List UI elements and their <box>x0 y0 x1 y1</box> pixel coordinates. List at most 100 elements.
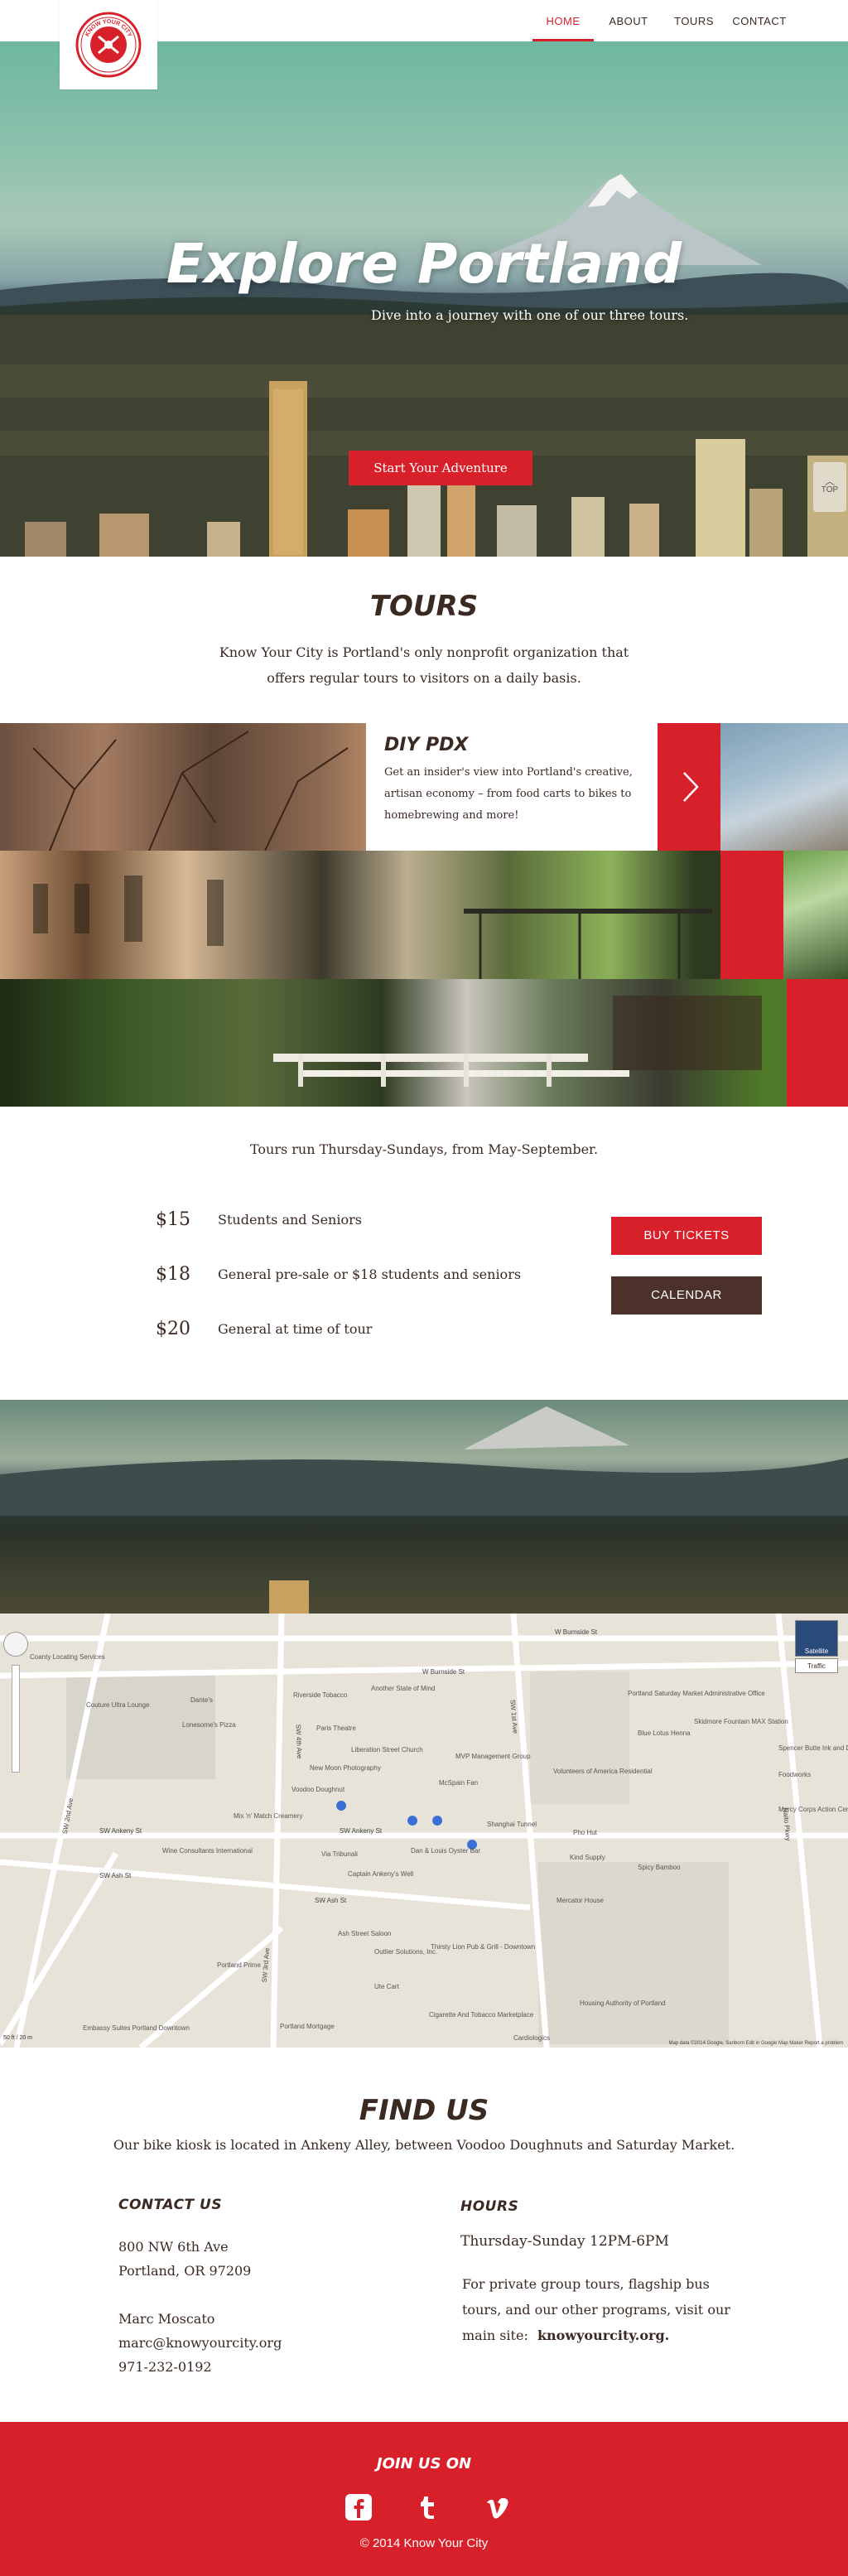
map-place: McSpain Fan <box>439 1779 479 1787</box>
map-place: Thirsty Lion Pub & Grill - Downtown <box>431 1943 536 1951</box>
top-label: TOP <box>821 485 839 494</box>
street-label: SW 4th Ave <box>294 1724 304 1759</box>
tour-card-diy-pdx[interactable]: DIY PDX Get an insider's view into Portl… <box>366 723 658 851</box>
tour-2-marker[interactable] <box>720 851 783 979</box>
buy-tickets-button[interactable]: BUY TICKETS <box>611 1217 762 1255</box>
logo-seal-icon: KNOW YOUR CITY <box>75 12 142 78</box>
street-label: SW Ash St <box>315 1897 347 1904</box>
price-amount: $18 <box>156 1264 190 1285</box>
address-line-1: 800 NW 6th Ave <box>118 2239 229 2255</box>
map-place: New Moon Photography <box>310 1764 381 1772</box>
map-place: Blue Lotus Henna <box>638 1729 691 1737</box>
tour-next-button[interactable] <box>658 723 720 851</box>
main-site-link[interactable]: knowyourcity.org. <box>537 2328 669 2343</box>
copyright: © 2014 Know Your City <box>359 2536 489 2550</box>
map-place: Skidmore Fountain MAX Station <box>694 1718 788 1725</box>
map-place: Portland Saturday Market Administrative … <box>628 1690 765 1697</box>
map-place: Portland Prime <box>217 1961 261 1969</box>
calendar-button[interactable]: CALENDAR <box>611 1276 762 1315</box>
tours-description: Know Your City is Portland's only nonpro… <box>219 644 629 686</box>
nav-tours[interactable]: TOURS <box>663 0 725 41</box>
tour-schedule: Tours run Thursday-Sundays, from May-Sep… <box>249 1141 599 1157</box>
map-place: Coanty Locating Services <box>30 1653 105 1661</box>
price-description: General pre-sale or $18 students and sen… <box>218 1266 522 1282</box>
map-place: Embassy Suites Portland Downtown <box>83 2024 190 2032</box>
garden-photo <box>273 996 762 1087</box>
map-place: Captain Ankeny's Well <box>348 1870 414 1878</box>
map-place: Via Tribunali <box>321 1850 358 1858</box>
map-place: Voodoo Doughnut <box>292 1786 345 1793</box>
map-place: Dan & Louis Oyster Bar <box>411 1847 481 1855</box>
location-map[interactable]: W Burnside St W Burnside St SW Ankeny St… <box>0 1614 848 2048</box>
landscape-banner <box>0 1400 848 1614</box>
find-us-heading: FIND US <box>359 2094 489 2127</box>
price-row: $18 General pre-sale or $18 students and… <box>156 1264 521 1285</box>
address-line-2: Portland, OR 97209 <box>118 2263 252 2279</box>
map-place: Mercy Corps Action Center <box>778 1806 848 1813</box>
price-description: Students and Seniors <box>218 1212 362 1228</box>
vimeo-icon[interactable] <box>484 2493 512 2521</box>
price-amount: $15 <box>156 1209 190 1230</box>
contact-phone[interactable]: 971-232-0192 <box>118 2355 282 2379</box>
price-row: $15 Students and Seniors <box>156 1209 362 1230</box>
facebook-icon[interactable] <box>344 2493 373 2521</box>
map-place: Ash Street Saloon <box>338 1930 392 1937</box>
start-adventure-button[interactable]: Start Your Adventure <box>349 451 532 485</box>
nav-home[interactable]: HOME <box>532 0 594 41</box>
landscape-illustration <box>0 1406 848 1614</box>
street-label: SW Ankeny St <box>99 1827 142 1835</box>
tour-3-marker[interactable] <box>787 979 848 1107</box>
hero-banner: Explore Portland Dive into a journey wit… <box>0 41 848 557</box>
tour-name: DIY PDX <box>384 735 469 755</box>
map-place: Foodworks <box>778 1771 812 1778</box>
map-attribution[interactable]: Map data ©2014 Google, Sanborn Edit in G… <box>668 2041 843 2046</box>
tumblr-icon[interactable] <box>414 2493 442 2521</box>
map-place: Pho Hut <box>573 1829 597 1836</box>
map-place: Couture Ultra Lounge <box>86 1701 150 1709</box>
street-label: SW Ankeny St <box>340 1827 383 1835</box>
chevron-up-icon: ︿ <box>824 475 835 487</box>
price-description: General at time of tour <box>218 1321 373 1337</box>
city-skyline-illustration <box>0 315 848 557</box>
tour-thumbnail <box>720 723 848 851</box>
contact-person: Marc Moscato <box>118 2311 215 2327</box>
contact-heading: CONTACT US <box>118 2197 223 2213</box>
back-to-top-button[interactable]: ︿ TOP <box>813 462 846 512</box>
map-place: Mercator House <box>556 1897 604 1904</box>
tree-photo <box>32 731 349 851</box>
map-place: Liberation Street Church <box>351 1746 423 1754</box>
join-us-heading: JOIN US ON <box>376 2455 472 2472</box>
map-place: Shanghai Tunnel <box>487 1821 537 1828</box>
map-place: Volunteers of America Residential <box>553 1768 653 1775</box>
contact-block: 800 NW 6th Ave Portland, OR 97209 Marc M… <box>118 2235 282 2379</box>
hours-value: Thursday-Sunday 12PM-6PM <box>460 2233 669 2250</box>
map-scale: 50 ft / 20 m <box>3 2035 33 2041</box>
find-us-description: Our bike kiosk is located in Ankeny Alle… <box>113 2137 735 2153</box>
logo[interactable]: KNOW YOUR CITY <box>60 0 157 89</box>
map-place: Paris Theatre <box>316 1725 356 1732</box>
map-pan-control[interactable] <box>3 1632 28 1657</box>
map-place: Wine Consultants International <box>162 1847 253 1855</box>
map-place: Another State of Mind <box>371 1685 436 1692</box>
tour-strip-3[interactable] <box>0 979 848 1107</box>
map-zoom-slider[interactable] <box>12 1665 20 1773</box>
contact-email[interactable]: marc@knowyourcity.org <box>118 2331 282 2355</box>
street-label: W Burnside St <box>422 1668 465 1676</box>
street-label: SW Ash St <box>99 1872 132 1879</box>
satellite-toggle[interactable]: Satellite <box>795 1620 838 1657</box>
map-place: Kind Supply <box>570 1854 605 1861</box>
street-label: W Burnside St <box>555 1628 598 1636</box>
nav-about[interactable]: ABOUT <box>598 0 659 41</box>
traffic-toggle[interactable]: Traffic <box>795 1658 838 1673</box>
map-place: MVP Management Group <box>455 1753 531 1760</box>
nav-contact[interactable]: CONTACT <box>729 0 790 41</box>
tour-2-thumbnail <box>783 851 848 979</box>
map-place: Mix 'n' Match Creamery <box>234 1812 303 1820</box>
map-place: Ute Cart <box>374 1983 399 1990</box>
map-place: Housing Authority of Portland <box>580 2000 666 2007</box>
map-place: Riverside Tobacco <box>293 1691 348 1699</box>
tours-heading: TOURS <box>369 590 479 623</box>
map-place: Portland Mortgage <box>280 2023 335 2030</box>
tour-description: Get an insider's view into Portland's cr… <box>384 766 633 822</box>
